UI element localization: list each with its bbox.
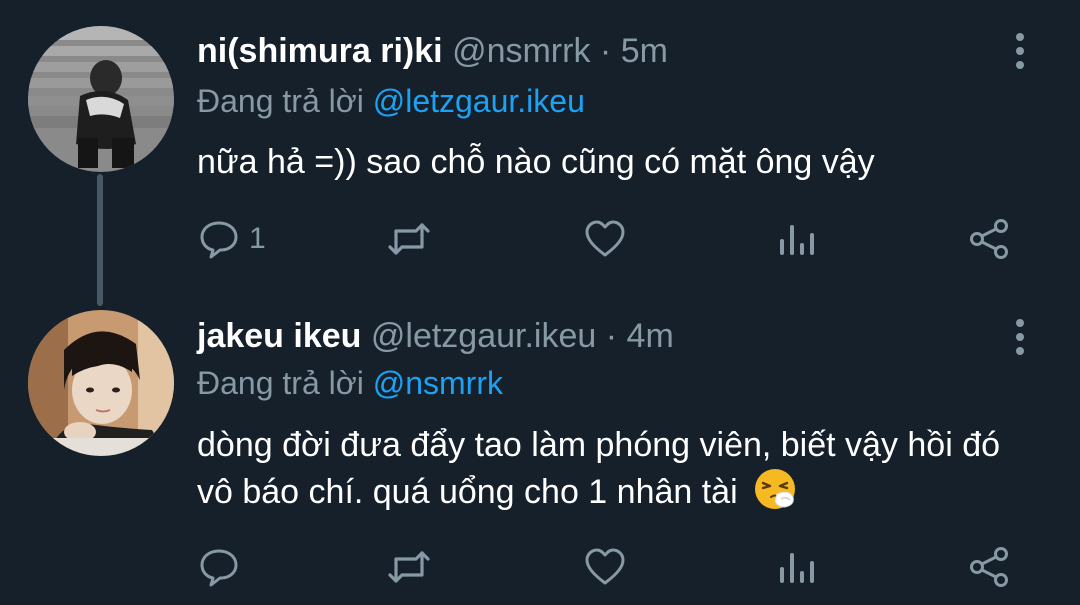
tweet-header: ni(shimura ri)ki @nsmrrk · 5m [197,31,990,71]
analytics-button[interactable] [775,544,819,590]
reply-icon [200,549,238,587]
share-button[interactable] [967,216,1011,262]
tweet-actions [197,544,1017,590]
reply-button[interactable] [197,544,249,590]
separator: · [605,317,618,355]
author-handle[interactable]: @nsmrrk [452,32,590,70]
more-options-icon[interactable] [1010,316,1030,356]
analytics-icon [780,553,814,583]
more-options-icon[interactable] [1010,30,1030,70]
retweet-icon [388,223,430,255]
tweet[interactable]: jakeu ikeu @letzgaur.ikeu · 4m Đang trả … [0,300,1080,605]
tweet[interactable]: ni(shimura ri)ki @nsmrrk · 5m Đang trả l… [0,0,1080,306]
replying-prefix: Đang trả lời [197,83,364,119]
analytics-button[interactable] [775,216,819,262]
tweet-actions: 1 [197,216,1017,262]
tweet-thread: ni(shimura ri)ki @nsmrrk · 5m Đang trả l… [0,0,1080,605]
author-name[interactable]: ni(shimura ri)ki [197,32,443,70]
reply-count: 1 [249,222,266,255]
retweet-button[interactable] [387,544,431,590]
retweet-icon [388,551,430,583]
share-icon [970,219,1008,259]
sneezing-face-emoji [755,469,796,509]
mention-link[interactable]: @nsmrrk [373,365,503,401]
like-button[interactable] [583,216,627,262]
thread-connector-line [97,174,103,306]
analytics-icon [780,225,814,255]
avatar[interactable] [28,26,174,172]
avatar[interactable] [28,310,174,456]
timestamp[interactable]: 4m [627,317,674,355]
replying-to: Đang trả lời @nsmrrk [197,364,503,402]
reply-button[interactable]: 1 [197,216,266,262]
reply-icon [200,221,238,259]
tweet-header: jakeu ikeu @letzgaur.ikeu · 4m [197,316,990,356]
like-icon [585,548,625,585]
tweet-text-content: dòng đời đưa đẩy tao làm phóng viên, biế… [197,426,1001,511]
mention-link[interactable]: @letzgaur.ikeu [373,83,585,119]
like-icon [585,220,625,257]
retweet-button[interactable] [387,216,431,262]
replying-to: Đang trả lời @letzgaur.ikeu [197,82,585,120]
author-name[interactable]: jakeu ikeu [197,317,361,355]
share-icon [970,547,1008,587]
separator: · [599,32,612,70]
like-button[interactable] [583,544,627,590]
share-button[interactable] [967,544,1011,590]
author-handle[interactable]: @letzgaur.ikeu [371,317,596,355]
tweet-text: dòng đời đưa đẩy tao làm phóng viên, biế… [197,424,1017,514]
tweet-text-content: nữa hả =)) sao chỗ nào cũng có mặt ông v… [197,143,875,181]
timestamp[interactable]: 5m [621,32,668,70]
replying-prefix: Đang trả lời [197,365,364,401]
tweet-text: nữa hả =)) sao chỗ nào cũng có mặt ông v… [197,141,1017,184]
